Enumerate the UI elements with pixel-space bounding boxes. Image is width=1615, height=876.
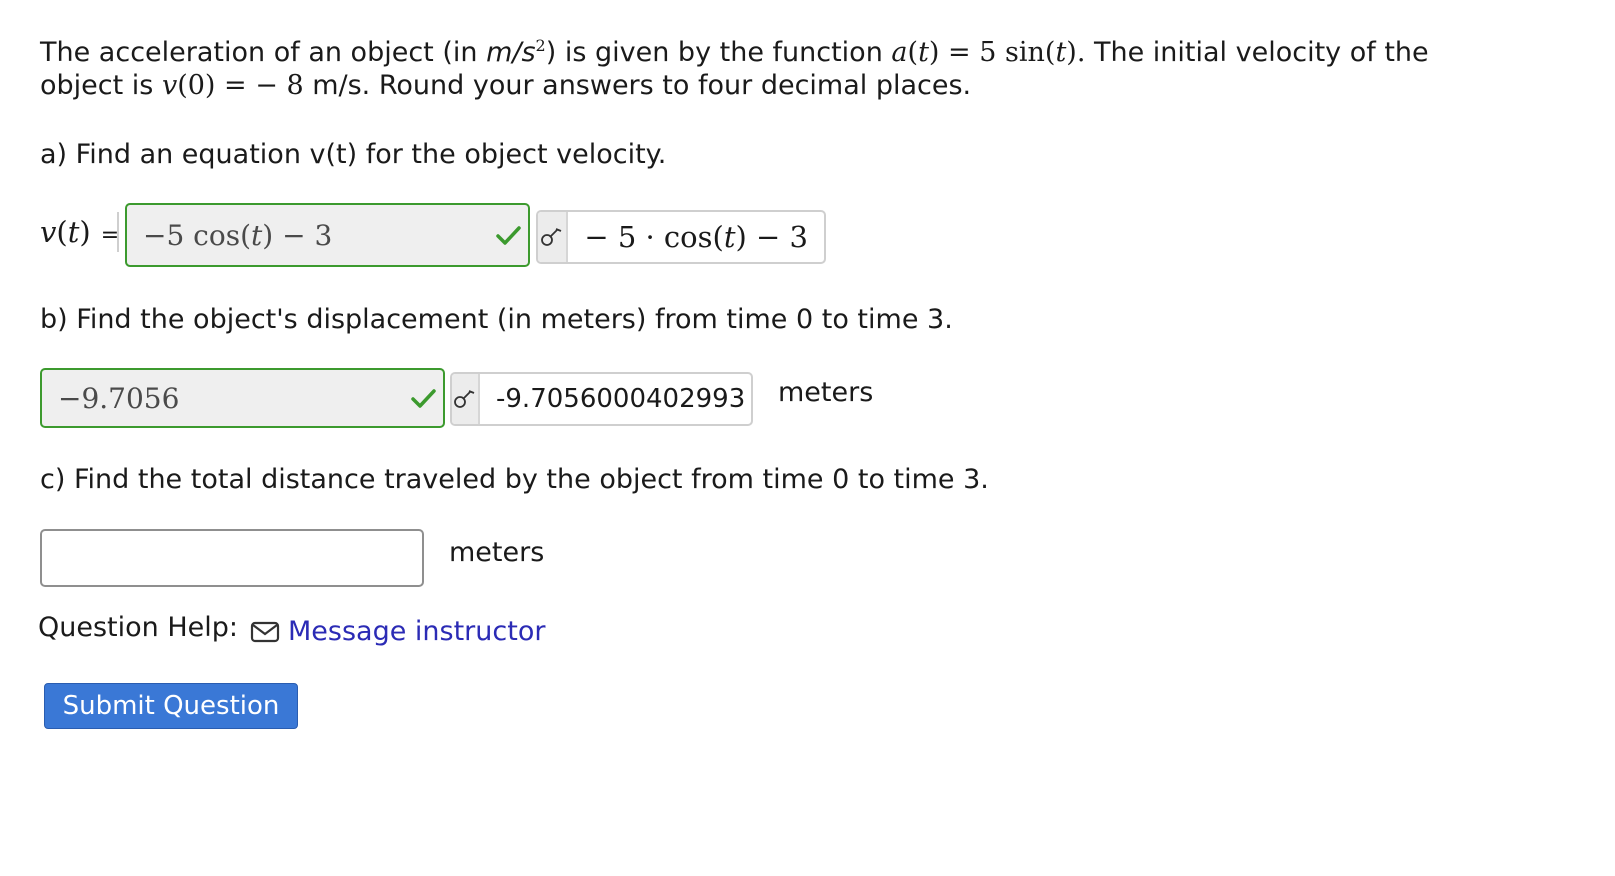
message-instructor-label: Message instructor [288,616,546,647]
distance-answer-input[interactable] [40,529,424,587]
check-icon [411,389,436,408]
envelope-icon [250,621,280,643]
displacement-preview: -9.7056000402993 [450,372,753,426]
velocity-preview: − 5 · cos(t) − 3 [536,210,826,264]
intro-text: ) is given by the function [545,37,892,68]
initial-velocity-math: v(0) = − 8 [161,70,304,101]
question-help-label: Question Help: [38,612,238,643]
displacement-preview-value: -9.7056000402993 [496,384,746,414]
intro-text: object is [40,70,162,101]
intro-text: The acceleration of an object (in [40,37,487,68]
part-a-question: a) Find an equation v(t) for the object … [40,139,667,170]
question-page: The acceleration of an object (in m/s2) … [0,0,1615,876]
message-instructor-link[interactable]: Message instructor [250,612,545,652]
acceleration-function: a(t) = 5 sin(t). [891,37,1086,68]
intro-line-2: object is v(0) = − 8 m/s. Round your ans… [40,66,971,106]
displacement-answer-value: −9.7056 [58,381,180,415]
intro-text: The initial velocity of the [1085,37,1429,68]
submit-question-button[interactable]: Submit Question [44,683,298,729]
distance-unit: meters [449,537,545,568]
displacement-answer-input[interactable]: −9.7056 [40,368,445,428]
velocity-label: v(t) = [40,215,120,249]
preview-toggle-button[interactable] [452,374,480,424]
velocity-preview-value: − 5 · cos(t) − 3 [584,220,808,254]
eyeglasses-icon [541,228,562,246]
velocity-answer-value: −5 cos(t) − 3 [143,218,333,252]
displacement-unit: meters [778,377,874,408]
eyeglasses-icon [454,390,475,408]
divider [117,212,119,252]
check-icon [496,226,521,245]
intro-text: m/s. Round your answers to four decimal … [303,70,972,101]
velocity-answer-input[interactable]: −5 cos(t) − 3 [125,203,530,267]
preview-toggle-button[interactable] [538,212,569,262]
part-b-question: b) Find the object's displacement (in me… [40,304,953,335]
unit-math: m/s2 [486,36,546,68]
part-c-question: c) Find the total distance traveled by t… [40,464,989,495]
